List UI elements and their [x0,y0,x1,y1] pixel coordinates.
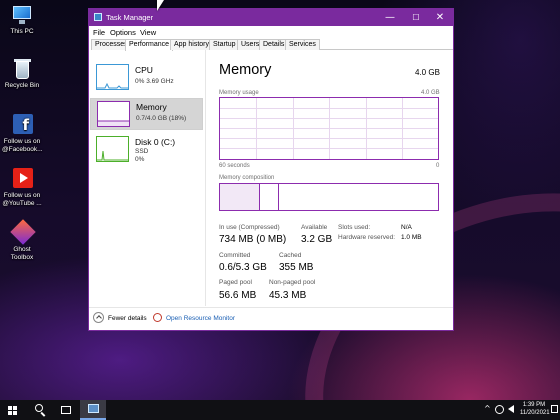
recycle-bin-icon [10,58,34,80]
tab-services[interactable]: Services [285,39,320,50]
memory-usage-graph [219,97,439,160]
task-view-button[interactable] [54,400,78,420]
ghost-toolbox-icon [10,219,36,245]
menu-file[interactable]: File [93,28,105,37]
desktop-icon-youtube[interactable]: Follow us on @YouTube ... [2,168,42,208]
composition-label: Memory composition [219,175,275,181]
time-left: 60 seconds [219,163,250,169]
available-label: Available [301,224,328,231]
footer-bar: Fewer details Open Resource Monitor [89,307,453,330]
cached-value: 355 MB [279,262,314,273]
paged-pool-label: Paged pool [219,279,252,286]
memory-composition-bar [219,183,439,211]
cached-label: Cached [279,252,302,259]
start-button[interactable] [0,400,24,420]
desktop-icon-label: Recycle Bin [4,82,40,89]
windows-logo-icon [8,406,17,415]
taskbar-task-manager[interactable] [80,400,106,420]
desktop-icon-label: Follow us on @YouTube ... [2,192,42,207]
committed-label: Committed [219,252,251,259]
disk-mini-graph [96,136,129,162]
perf-item-disk[interactable]: Disk 0 (C:) SSD 0% [90,134,203,166]
in-use-label: In use (Compressed) [219,224,280,231]
task-manager-window: Task Manager — ☐ ✕ File Options View Pro… [88,8,454,331]
menu-view[interactable]: View [140,28,156,37]
task-manager-icon [94,13,102,21]
clock-time: 1:39 PM [522,402,546,408]
menu-options[interactable]: Options [110,28,136,37]
network-globe-icon[interactable] [495,405,504,414]
window-title: Task Manager [106,13,154,22]
in-use-value: 734 MB (0 MB) [219,234,287,245]
perf-item-title: CPU [135,65,153,75]
fewer-details-button[interactable]: Fewer details [108,315,147,322]
minimize-button[interactable]: — [377,9,403,26]
desktop-icon-label: Follow us on @Facebook... [2,138,43,153]
title-bar[interactable]: Task Manager — ☐ ✕ [89,9,453,26]
this-pc-icon [10,4,34,26]
memory-panel: Memory 4.0 GB Memory usage 4.0 GB 60 sec… [207,50,453,306]
menu-bar: File Options View [89,26,453,38]
desktop-icon-label: This PC [10,28,34,35]
memory-total: 4.0 GB [415,68,440,77]
notification-icon[interactable] [551,405,558,413]
perf-item-title: Disk 0 (C:) [135,137,176,147]
mouse-cursor-icon [157,0,164,11]
committed-value: 0.6/5.3 GB [219,262,267,273]
perf-item-detail: SSD [135,148,149,155]
desktop-icon-this-pc[interactable]: This PC [2,4,42,36]
paged-pool-value: 56.6 MB [219,290,257,301]
resource-monitor-icon [153,313,162,322]
nonpaged-pool-value: 45.3 MB [269,290,307,301]
available-value: 3.2 GB [301,234,333,245]
slots-label: Slots used: [338,224,371,231]
volume-icon[interactable] [508,405,514,413]
desktop-icon-ghost-toolbox[interactable]: Ghost Toolbox [2,219,42,262]
tab-strip: Processes Performance App history Startu… [91,38,453,51]
perf-item-detail: 0.7/4.0 GB (18%) [136,115,187,122]
tray-overflow-chevron-icon[interactable]: ^ [484,404,491,413]
nonpaged-pool-label: Non-paged pool [269,279,316,286]
tab-startup[interactable]: Startup [209,39,240,50]
usage-max: 4.0 GB [421,90,440,96]
desktop-icon-facebook[interactable]: f Follow us on @Facebook... [2,114,43,154]
open-resource-monitor-link[interactable]: Open Resource Monitor [166,315,235,322]
desktop-icon-label: Ghost Toolbox [10,246,34,261]
task-manager-icon [88,404,99,413]
desktop-icon-recycle-bin[interactable]: Recycle Bin [2,58,42,90]
tab-app-history[interactable]: App history [170,39,214,50]
perf-item-detail-2: 0% [135,156,145,163]
slots-value: N/A [401,224,412,231]
composition-in-use [220,184,260,210]
hardware-reserved-label: Hardware reserved: [338,234,396,241]
memory-mini-graph [97,101,130,127]
perf-item-title: Memory [136,102,167,112]
time-right: 0 [436,163,440,169]
composition-modified [260,184,279,210]
chevron-up-icon[interactable] [93,312,104,323]
cpu-mini-graph [96,64,129,90]
facebook-icon: f [10,114,34,136]
search-button[interactable] [28,400,52,420]
close-button[interactable]: ✕ [427,9,453,26]
usage-label: Memory usage [219,90,259,96]
panel-title: Memory [219,62,272,78]
taskbar-clock[interactable]: 1:39 PM 11/20/2021 [520,401,550,417]
perf-item-detail: 0% 3.69 GHz [135,78,174,85]
perf-item-memory[interactable]: Memory 0.7/4.0 GB (18%) [90,98,203,130]
task-view-icon [61,406,71,414]
taskbar: ^ 1:39 PM 11/20/2021 [0,400,560,420]
tab-details[interactable]: Details [259,39,289,50]
perf-item-cpu[interactable]: CPU 0% 3.69 GHz [90,62,203,94]
search-icon [35,404,43,412]
youtube-icon [10,168,34,190]
performance-sidebar: CPU 0% 3.69 GHz Memory 0.7/4.0 GB (18%) … [89,50,206,306]
maximize-button[interactable]: ☐ [403,9,429,26]
clock-date: 11/20/2021 [520,410,550,416]
hardware-reserved-value: 1.0 MB [401,234,422,241]
